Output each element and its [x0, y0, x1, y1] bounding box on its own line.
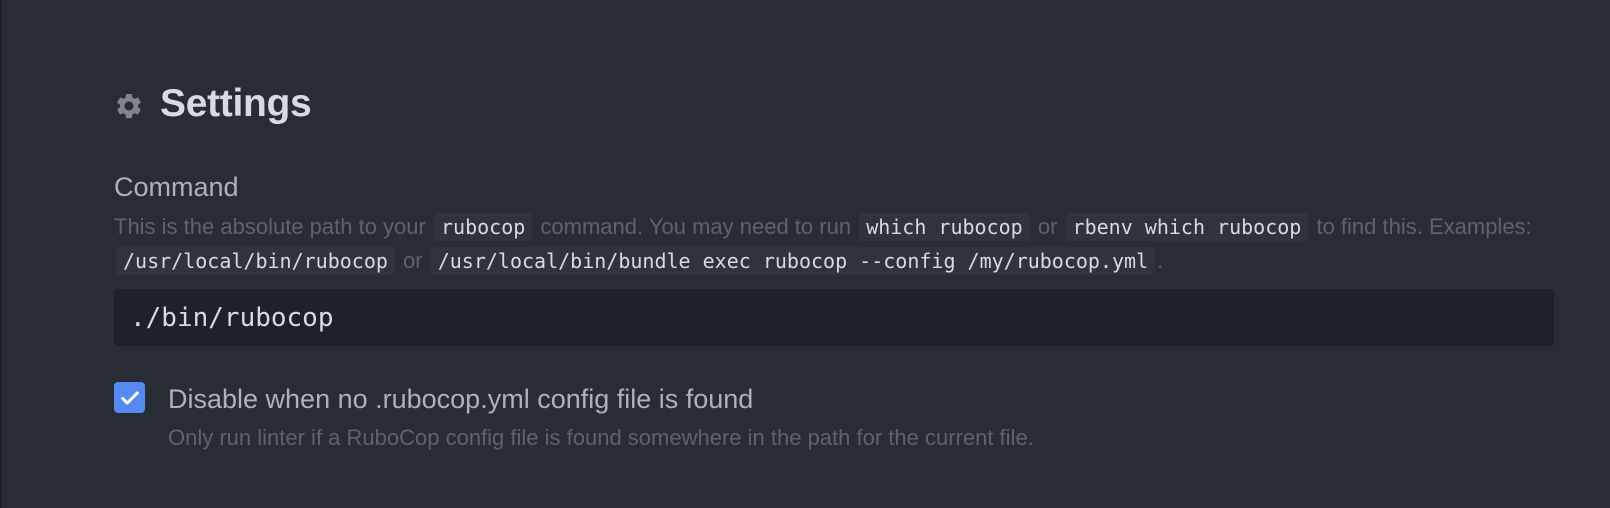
command-setting-title: Command — [114, 172, 239, 202]
desc-text-2: command. You may need to run — [540, 214, 852, 239]
checkmark-icon — [120, 390, 139, 405]
section-title: Settings — [160, 82, 312, 125]
desc-text-3: or — [1037, 214, 1058, 239]
desc-text-6: . — [1157, 248, 1164, 273]
code-example-path-1: /usr/local/bin/rubocop — [116, 247, 395, 275]
desc-text-4: to find this. Examples: — [1316, 214, 1532, 239]
code-example-path-2: /usr/local/bin/bundle exec rubocop --con… — [430, 247, 1156, 275]
settings-panel: Settings Command This is the absolute pa… — [0, 0, 1610, 508]
gear-icon — [117, 93, 141, 119]
code-which-rubocop: which rubocop — [859, 213, 1030, 241]
disable-checkbox[interactable] — [114, 382, 145, 413]
settings-header: Settings — [114, 82, 312, 126]
disable-checkbox-description: Only run linter if a RuboCop config file… — [168, 425, 1034, 450]
command-setting-description: This is the absolute path to your ruboco… — [114, 210, 1544, 278]
code-rubocop: rubocop — [433, 213, 533, 241]
desc-text-5: or — [403, 248, 423, 273]
code-rbenv-which-rubocop: rbenv which rubocop — [1065, 213, 1309, 241]
command-input[interactable] — [114, 289, 1554, 346]
desc-text-1: This is the absolute path to your — [114, 214, 426, 239]
disable-checkbox-label[interactable]: Disable when no .rubocop.yml config file… — [168, 384, 753, 415]
